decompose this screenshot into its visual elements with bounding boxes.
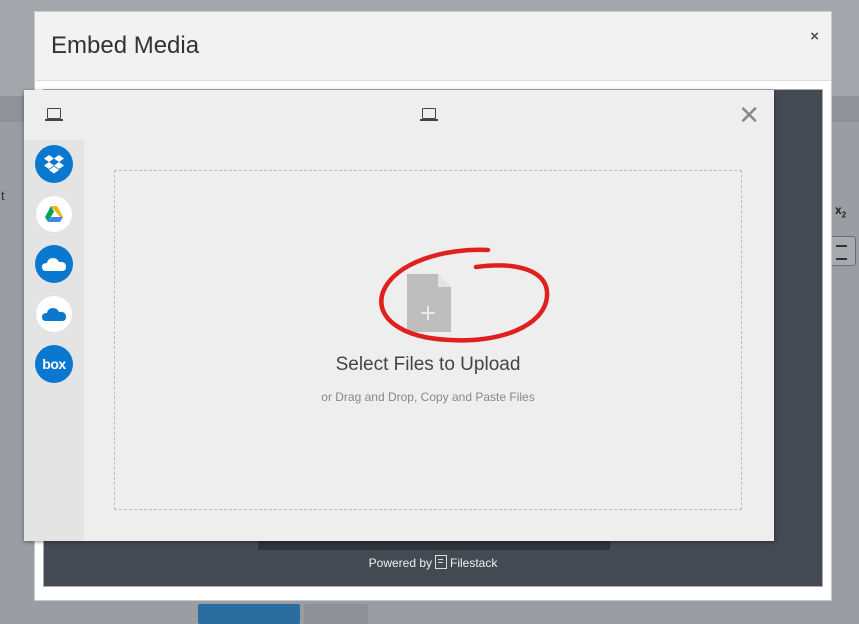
- drag-drop-hint: or Drag and Drop, Copy and Paste Files: [321, 390, 535, 404]
- powered-by-label: Powered by: [368, 556, 433, 570]
- modal-header: Embed Media ×: [35, 12, 831, 81]
- powered-by-filestack[interactable]: Powered by Filestack: [44, 555, 822, 570]
- picker-header: ✕: [24, 90, 774, 140]
- box-icon[interactable]: box: [35, 345, 73, 383]
- source-sidebar: box: [24, 140, 84, 541]
- modal-title: Embed Media: [51, 32, 200, 59]
- modal-close-button[interactable]: ×: [810, 28, 819, 45]
- select-files-title[interactable]: Select Files to Upload: [115, 354, 741, 376]
- filestack-logo-icon: [435, 555, 448, 569]
- dropbox-icon[interactable]: [35, 145, 73, 183]
- align-icon[interactable]: [828, 236, 856, 266]
- file-add-icon[interactable]: [407, 274, 451, 332]
- picker-close-button[interactable]: ✕: [738, 102, 760, 128]
- background-primary-button[interactable]: [198, 604, 300, 624]
- background-secondary-button[interactable]: [304, 604, 368, 624]
- background-bar: [258, 540, 610, 550]
- filestack-brand: Filestack: [450, 556, 498, 570]
- onedrive-icon[interactable]: [35, 245, 73, 283]
- background-text-fragment: t: [1, 188, 5, 203]
- laptop-icon: [420, 108, 438, 121]
- onedrive-business-icon[interactable]: [35, 295, 73, 333]
- upload-dropzone[interactable]: Select Files to Upload or Drag and Drop,…: [114, 170, 742, 510]
- laptop-icon[interactable]: [45, 108, 63, 121]
- subscript-button[interactable]: x2: [835, 203, 846, 219]
- box-label: box: [42, 356, 66, 372]
- file-picker: ✕ box Select Files to Upload or Drag and…: [24, 90, 774, 541]
- google-drive-icon[interactable]: [35, 195, 73, 233]
